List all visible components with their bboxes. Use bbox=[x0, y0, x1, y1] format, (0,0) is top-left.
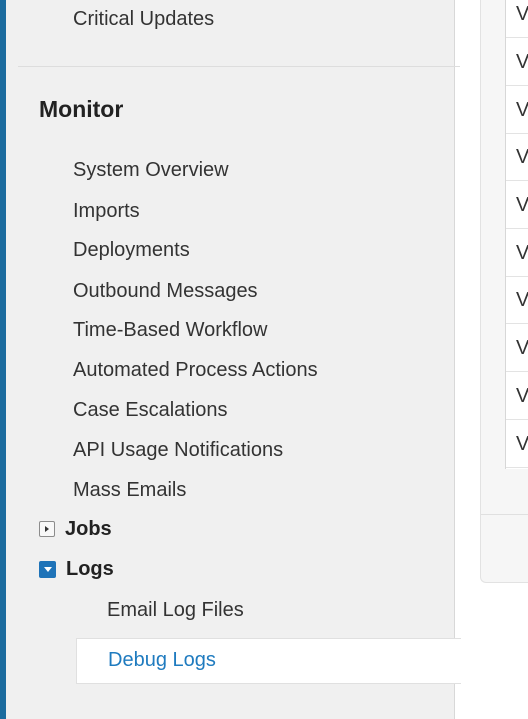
table-row: V bbox=[506, 324, 528, 372]
table-row: V bbox=[506, 372, 528, 420]
table-cell: V bbox=[516, 146, 528, 168]
data-table: V V V V V V V V V V bbox=[505, 0, 528, 469]
sidebar-node-logs[interactable]: Logs bbox=[39, 556, 114, 582]
table-row: V bbox=[506, 38, 528, 86]
expand-icon[interactable] bbox=[39, 521, 55, 537]
sidebar-item-label: Debug Logs bbox=[108, 649, 216, 671]
table-cell: V bbox=[516, 433, 528, 455]
table-cell: V bbox=[516, 51, 528, 73]
sidebar-item-imports[interactable]: Imports bbox=[73, 198, 140, 224]
sidebar-node-label: Logs bbox=[66, 558, 114, 580]
table-cell: V bbox=[516, 194, 528, 216]
table-cell: V bbox=[516, 337, 528, 359]
table-row: V bbox=[506, 0, 528, 38]
sidebar-item-system-overview[interactable]: System Overview bbox=[73, 157, 229, 183]
section-divider bbox=[18, 66, 460, 67]
table-cell: V bbox=[516, 3, 528, 25]
sidebar-item-outbound-messages[interactable]: Outbound Messages bbox=[73, 278, 258, 304]
collapse-icon[interactable] bbox=[39, 560, 56, 578]
sidebar-item-critical-updates[interactable]: Critical Updates bbox=[73, 8, 214, 31]
sidebar-item-automated-process-actions[interactable]: Automated Process Actions bbox=[73, 357, 318, 383]
table-cell: V bbox=[516, 99, 528, 121]
sidebar-item-api-usage-notifications[interactable]: API Usage Notifications bbox=[73, 437, 283, 463]
sidebar-item-case-escalations[interactable]: Case Escalations bbox=[73, 397, 228, 423]
table-cell: V bbox=[516, 289, 528, 311]
sidebar-node-jobs[interactable]: Jobs bbox=[39, 516, 112, 542]
table-row: V bbox=[506, 133, 528, 181]
sidebar-node-label: Jobs bbox=[65, 518, 112, 540]
sidebar-item-time-based-workflow[interactable]: Time-Based Workflow bbox=[73, 317, 268, 343]
monitor-section-heading: Monitor bbox=[39, 96, 124, 122]
sidebar-item-mass-emails[interactable]: Mass Emails bbox=[73, 477, 186, 503]
setup-sidebar: Critical Updates Monitor System Overview… bbox=[0, 0, 461, 719]
sidebar-item-debug-logs[interactable]: Debug Logs bbox=[76, 638, 461, 684]
table-row: V bbox=[506, 181, 528, 229]
table-row: V bbox=[506, 276, 528, 324]
sidebar-item-email-log-files[interactable]: Email Log Files bbox=[107, 597, 244, 623]
table-row: V bbox=[506, 229, 528, 277]
table-cell: V bbox=[516, 385, 528, 407]
sidebar-item-deployments[interactable]: Deployments bbox=[73, 237, 190, 263]
table-cell: V bbox=[516, 242, 528, 264]
table-row: V bbox=[506, 86, 528, 134]
table-footer-divider bbox=[481, 514, 528, 515]
table-row: V bbox=[506, 420, 528, 468]
